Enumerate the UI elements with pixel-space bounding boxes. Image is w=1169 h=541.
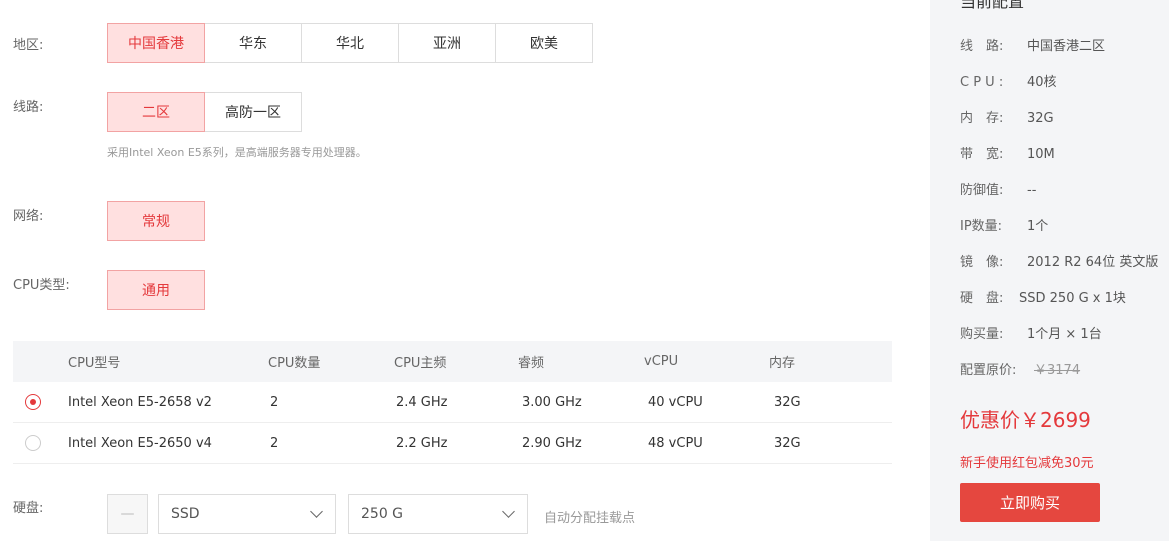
cpu-table: CPU型号 CPU数量 CPU主频 睿频 vCPU 内存 Intel Xeon …	[13, 341, 892, 464]
cpu-freq: 2.2 GHz	[396, 435, 448, 451]
cpu-vcpu: 48 vCPU	[648, 435, 703, 451]
line-options: 二区 高防一区	[107, 92, 302, 132]
cpu-type-option-general[interactable]: 通用	[107, 270, 205, 310]
spec-image: 镜 像: 2012 R2 64位 英文版	[960, 255, 1159, 270]
cpu-type-options: 通用	[107, 270, 205, 310]
region-option-north-china[interactable]: 华北	[301, 23, 399, 63]
summary-title: 当前配置	[960, 0, 1025, 11]
promo-text: 新手使用红包减免30元	[960, 456, 1094, 471]
header-cpu-count: CPU数量	[268, 356, 321, 371]
header-cpu-model: CPU型号	[68, 356, 121, 371]
cpu-memory: 32G	[774, 435, 801, 451]
buy-now-button[interactable]: 立即购买	[960, 483, 1100, 522]
header-memory: 内存	[769, 356, 796, 371]
spec-original-price: 配置原价: ￥3174	[960, 363, 1081, 378]
cpu-table-header: CPU型号 CPU数量 CPU主频 睿频 vCPU 内存	[13, 341, 892, 382]
config-summary-panel: 当前配置 线 路: 中国香港二区 C P U :40核 内 存: 32G 带 宽: 1…	[930, 0, 1169, 541]
region-options: 中国香港 华东 华北 亚洲 欧美	[107, 23, 593, 63]
region-label: 地区:	[13, 38, 44, 53]
header-cpu-freq: CPU主频	[394, 356, 447, 371]
line-hint: 采用Intel Xeon E5系列，是高端服务器专用处理器。	[107, 146, 367, 159]
network-label: 网络:	[13, 209, 44, 224]
chevron-down-icon	[310, 505, 323, 518]
cpu-count: 2	[270, 435, 279, 451]
region-option-europe-america[interactable]: 欧美	[495, 23, 593, 63]
cpu-radio-unselected[interactable]	[25, 435, 41, 451]
network-option-standard[interactable]: 常规	[107, 201, 205, 241]
header-vcpu: vCPU	[644, 354, 679, 369]
discount-price: 优惠价￥2699	[960, 408, 1091, 432]
network-options: 常规	[107, 201, 205, 241]
disk-type-select[interactable]: SSD	[158, 494, 336, 534]
spec-bandwidth: 带 宽: 10M	[960, 147, 1055, 162]
spec-cpu: C P U :40核	[960, 75, 1057, 90]
spec-ip-count: IP数量: 1个	[960, 219, 1049, 234]
cpu-memory: 32G	[774, 394, 801, 410]
cpu-turbo: 2.90 GHz	[522, 435, 582, 451]
cpu-type-label: CPU类型:	[13, 278, 70, 293]
header-turbo: 睿频	[518, 356, 545, 371]
cpu-vcpu: 40 vCPU	[648, 394, 703, 410]
cpu-turbo: 3.00 GHz	[522, 394, 582, 410]
region-option-hongkong[interactable]: 中国香港	[107, 23, 205, 63]
region-option-asia[interactable]: 亚洲	[398, 23, 496, 63]
disk-size-select[interactable]: 250 G	[348, 494, 528, 534]
spec-disk: 硬 盘: SSD 250 G x 1块	[960, 291, 1126, 306]
line-label: 线路:	[13, 100, 44, 115]
disk-auto-mount-text: 自动分配挂载点	[544, 511, 636, 526]
spec-quantity: 购买量: 1个月 × 1台	[960, 327, 1102, 342]
chevron-down-icon	[502, 505, 515, 518]
table-row[interactable]: Intel Xeon E5-2650 v4 2 2.2 GHz 2.90 GHz…	[13, 423, 892, 464]
disk-label: 硬盘:	[13, 501, 44, 516]
spec-line: 线 路: 中国香港二区	[960, 39, 1106, 54]
line-option-ddos-zone1[interactable]: 高防一区	[204, 92, 302, 132]
disk-remove-button[interactable]: —	[107, 494, 148, 534]
cpu-model: Intel Xeon E5-2658 v2	[68, 394, 212, 410]
cpu-model: Intel Xeon E5-2650 v4	[68, 435, 212, 451]
cpu-radio-selected[interactable]	[25, 394, 41, 410]
table-row[interactable]: Intel Xeon E5-2658 v2 2 2.4 GHz 3.00 GHz…	[13, 382, 892, 423]
cpu-count: 2	[270, 394, 279, 410]
spec-defense: 防御值: --	[960, 183, 1037, 198]
line-option-zone2[interactable]: 二区	[107, 92, 205, 132]
disk-size-value: 250 G	[361, 506, 404, 522]
disk-type-value: SSD	[171, 506, 200, 522]
region-option-east-china[interactable]: 华东	[204, 23, 302, 63]
spec-memory: 内 存: 32G	[960, 111, 1054, 126]
cpu-freq: 2.4 GHz	[396, 394, 448, 410]
